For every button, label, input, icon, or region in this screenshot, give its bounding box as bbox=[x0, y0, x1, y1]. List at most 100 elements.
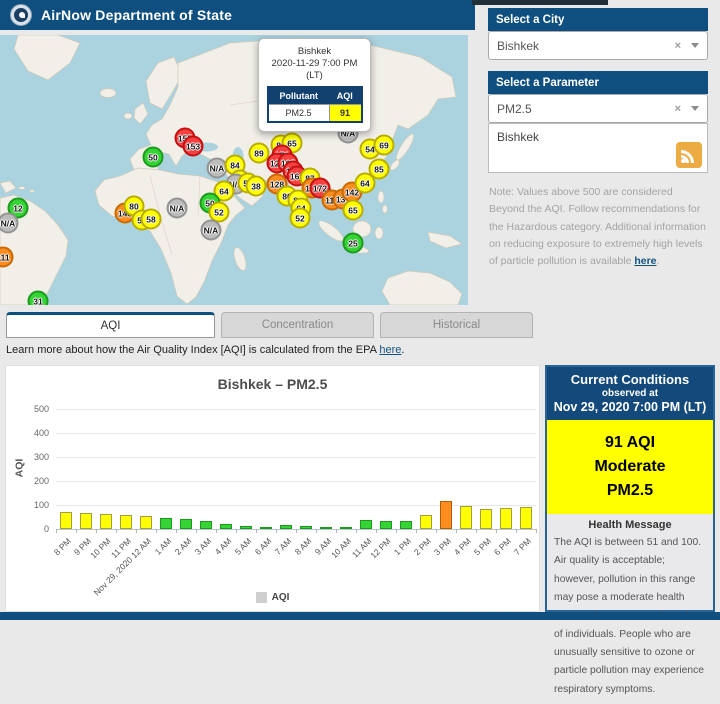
chart-bar[interactable] bbox=[200, 521, 212, 529]
chart-bar[interactable] bbox=[480, 508, 492, 529]
chart-x-tick bbox=[436, 529, 437, 533]
chart-x-tick bbox=[76, 529, 77, 533]
chart-y-tick-label: 200 bbox=[33, 476, 49, 486]
aqi-map-marker[interactable]: 38 bbox=[245, 175, 267, 197]
chart-x-tick-label: 10 PM bbox=[88, 536, 114, 561]
chart-x-tick bbox=[176, 529, 177, 533]
cc-aqi-block: 91 AQI Moderate PM2.5 bbox=[547, 420, 713, 514]
chart-x-tick bbox=[496, 529, 497, 533]
parameter-dropdown-caret-icon[interactable] bbox=[691, 106, 699, 111]
cc-aqi-value: 91 AQI bbox=[604, 434, 656, 451]
chart-bar[interactable] bbox=[100, 513, 112, 529]
chart-gridline bbox=[56, 481, 536, 482]
rss-feed-icon[interactable] bbox=[676, 142, 702, 168]
chart-x-tick-label: 7 AM bbox=[272, 536, 294, 557]
popup-aqi-table: Pollutant AQI PM2.5 91 bbox=[266, 85, 363, 123]
chart-bar[interactable] bbox=[300, 525, 312, 529]
chart-bar[interactable] bbox=[120, 515, 132, 529]
chart-bar[interactable] bbox=[260, 527, 272, 529]
chart-bar[interactable] bbox=[520, 507, 532, 529]
aqi-map-marker[interactable]: 52 bbox=[289, 207, 311, 229]
chart-bar[interactable] bbox=[220, 524, 232, 529]
chart-x-tick-label: 8 PM bbox=[51, 536, 74, 558]
chart-bar[interactable] bbox=[140, 516, 152, 529]
chart-x-tick-label: 11 AM bbox=[349, 536, 374, 560]
chart-bar[interactable] bbox=[160, 517, 172, 529]
aqi-map-marker[interactable]: 69 bbox=[373, 134, 395, 156]
chart-bar[interactable] bbox=[240, 526, 252, 529]
chart-x-tick-label: 6 PM bbox=[491, 536, 514, 558]
chart-x-tick bbox=[196, 529, 197, 533]
chart-y-tick-label: 300 bbox=[33, 452, 49, 462]
aqi-map-marker[interactable]: 50 bbox=[142, 146, 164, 168]
cc-pollutant: PM2.5 bbox=[606, 482, 654, 499]
chart-x-tick bbox=[396, 529, 397, 533]
aqi-map-marker[interactable]: 25 bbox=[342, 232, 364, 254]
popup-timezone: (LT) bbox=[306, 69, 323, 81]
aqi-map-marker[interactable]: N/A bbox=[166, 197, 188, 219]
chart-x-tick bbox=[296, 529, 297, 533]
chart-x-tick bbox=[476, 529, 477, 533]
popup-pollutant-value: PM2.5 bbox=[267, 103, 330, 123]
chart-y-tick-label: 100 bbox=[33, 500, 49, 510]
parameter-select[interactable]: PM2.5 × bbox=[488, 94, 708, 123]
tab-historical[interactable]: Historical bbox=[380, 312, 533, 338]
chart-bar[interactable] bbox=[360, 519, 372, 529]
chart-gridline bbox=[56, 433, 536, 434]
world-aqi-map[interactable]: 15515350N/A8454N/A5838645052N/AN/A148805… bbox=[0, 35, 468, 305]
note-suffix: . bbox=[656, 255, 660, 268]
chart-bar[interactable] bbox=[460, 506, 472, 529]
chart-x-tick bbox=[456, 529, 457, 533]
chart-x-tick bbox=[216, 529, 217, 533]
city-clear-icon[interactable]: × bbox=[675, 40, 681, 52]
chart-x-tick bbox=[136, 529, 137, 533]
chart-bar[interactable] bbox=[400, 520, 412, 529]
chart-legend[interactable]: AQI bbox=[6, 592, 539, 603]
health-message-title: Health Message bbox=[588, 519, 672, 531]
aqi-map-marker[interactable]: 153 bbox=[182, 135, 204, 157]
chart-bar[interactable] bbox=[320, 526, 332, 529]
chart-x-tick-label: 1 AM bbox=[152, 536, 174, 557]
city-dropdown-caret-icon[interactable] bbox=[691, 43, 699, 48]
aqi-map-marker[interactable]: 85 bbox=[368, 158, 390, 180]
learn-more-line: Learn more about how the Air Quality Ind… bbox=[6, 344, 404, 356]
chart-x-tick bbox=[416, 529, 417, 533]
chart-x-tick-label: 1 PM bbox=[391, 536, 414, 558]
chart-bar[interactable] bbox=[420, 515, 432, 529]
popup-col-pollutant: Pollutant bbox=[267, 86, 330, 105]
chart-bar[interactable] bbox=[180, 519, 192, 529]
parameter-clear-icon[interactable]: × bbox=[675, 103, 681, 115]
chart-x-tick-label: 6 AM bbox=[252, 536, 274, 557]
chart-bar[interactable] bbox=[340, 527, 352, 529]
learn-more-text: Learn more about how the Air Quality Ind… bbox=[6, 344, 380, 356]
learn-more-here-link[interactable]: here bbox=[379, 344, 401, 356]
chart-bar[interactable] bbox=[60, 512, 72, 529]
aqi-map-marker[interactable]: 31 bbox=[27, 290, 49, 305]
chart-y-tick-label: 0 bbox=[43, 524, 49, 534]
chart-x-tick bbox=[316, 529, 317, 533]
aqi-map-marker[interactable]: N/A bbox=[200, 219, 222, 241]
chart-bar[interactable] bbox=[380, 521, 392, 529]
city-select[interactable]: Bishkek × bbox=[488, 31, 708, 60]
feed-city-title: Bishkek bbox=[497, 130, 540, 144]
aqi-map-marker[interactable]: 58 bbox=[140, 208, 162, 230]
chart-x-tick bbox=[356, 529, 357, 533]
chart-bar[interactable] bbox=[280, 524, 292, 529]
tab-aqi[interactable]: AQI bbox=[6, 312, 215, 338]
chart-bar[interactable] bbox=[80, 512, 92, 529]
chart-x-tick bbox=[376, 529, 377, 533]
popup-city: Bishkek bbox=[297, 46, 332, 57]
legend-swatch-icon bbox=[255, 592, 267, 603]
chart-x-tick-label: 2 PM bbox=[411, 536, 434, 558]
state-department-seal-icon bbox=[10, 4, 32, 26]
city-select-value: Bishkek bbox=[497, 38, 540, 53]
note-here-link[interactable]: here bbox=[634, 255, 656, 267]
aqi-map-marker[interactable]: 65 bbox=[342, 199, 364, 221]
chart-gridline bbox=[56, 457, 536, 458]
select-city-header: Select a City bbox=[488, 8, 708, 31]
chart-bar[interactable] bbox=[440, 501, 452, 529]
tab-concentration[interactable]: Concentration bbox=[221, 312, 374, 338]
popup-col-aqi: AQI bbox=[329, 86, 362, 105]
aqi-bar-chart: Bishkek – PM2.5 AQI 0 100 200 300 400 500 8 P… bbox=[5, 365, 540, 612]
chart-bar[interactable] bbox=[500, 508, 512, 529]
